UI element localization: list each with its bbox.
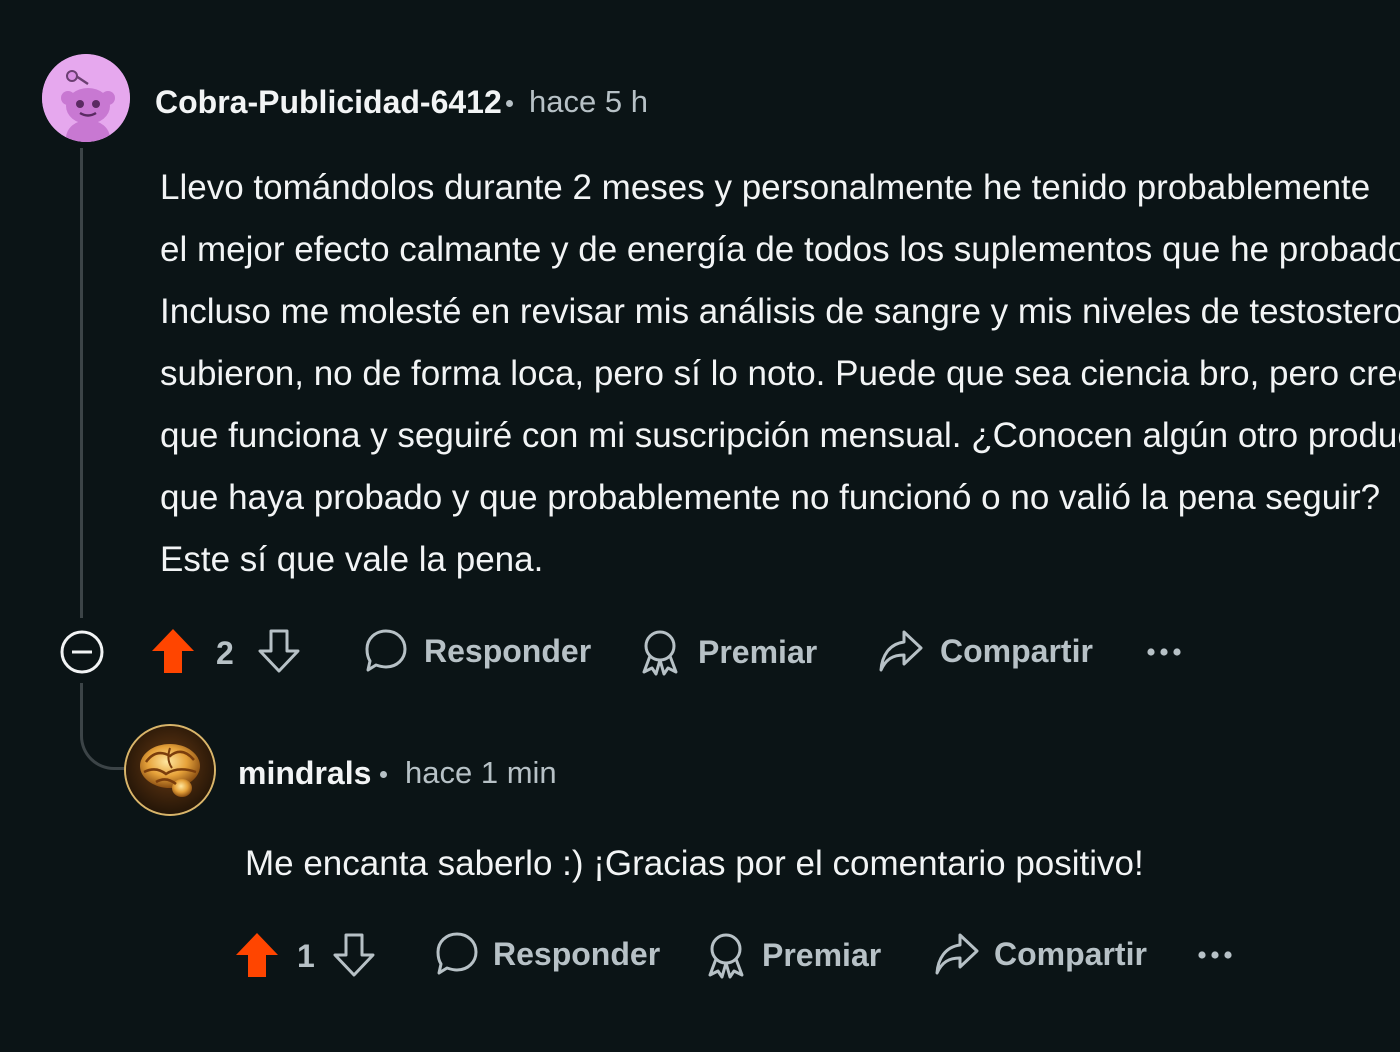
comment-line: Llevo tomándolos durante 2 meses y perso… bbox=[160, 168, 1371, 207]
vote-count: 2 bbox=[216, 635, 234, 671]
upvote-icon[interactable] bbox=[150, 627, 196, 675]
comment-line: Incluso me molesté en revisar mis anális… bbox=[160, 292, 1400, 331]
comment-timestamp[interactable]: hace 5 h bbox=[529, 84, 648, 120]
comment-author[interactable]: mindrals bbox=[238, 755, 371, 792]
reply-label: Responder bbox=[424, 632, 592, 669]
award-label: Premiar bbox=[762, 936, 882, 973]
comment-body: Llevo tomándolos durante 2 meses y perso… bbox=[160, 157, 1400, 591]
award-icon bbox=[704, 931, 748, 979]
share-button[interactable]: Compartir bbox=[878, 628, 1093, 674]
vote-count: 1 bbox=[297, 938, 315, 974]
comment-timestamp[interactable]: hace 1 min bbox=[405, 755, 557, 791]
separator-dot bbox=[380, 771, 387, 778]
reply-button[interactable]: Responder bbox=[435, 931, 660, 977]
comment-line: el mejor efecto calmante y de energía de… bbox=[160, 230, 1400, 269]
reply-label: Responder bbox=[493, 935, 661, 972]
share-icon bbox=[878, 628, 924, 674]
more-options-icon[interactable] bbox=[1197, 943, 1233, 967]
share-icon bbox=[934, 931, 980, 977]
downvote-icon[interactable] bbox=[331, 931, 377, 979]
award-icon bbox=[638, 628, 682, 676]
downvote-icon[interactable] bbox=[256, 627, 302, 675]
comment-icon bbox=[364, 628, 408, 674]
user-avatar[interactable] bbox=[124, 724, 216, 816]
thread-line bbox=[80, 148, 83, 618]
award-button[interactable]: Premiar bbox=[638, 628, 817, 676]
share-label: Compartir bbox=[940, 632, 1093, 669]
more-options-icon[interactable] bbox=[1146, 640, 1182, 664]
comment-icon bbox=[435, 931, 479, 977]
collapse-thread-icon[interactable] bbox=[58, 628, 106, 676]
separator-dot bbox=[506, 100, 513, 107]
user-avatar[interactable] bbox=[42, 54, 130, 142]
brain-avatar-icon bbox=[126, 726, 214, 814]
comment-line: subieron, no de forma loca, pero sí lo n… bbox=[160, 354, 1400, 393]
share-button[interactable]: Compartir bbox=[934, 931, 1147, 977]
comment-body: Me encanta saberlo :) ¡Gracias por el co… bbox=[245, 844, 1144, 883]
share-label: Compartir bbox=[994, 935, 1147, 972]
award-label: Premiar bbox=[698, 633, 818, 670]
thread-connector bbox=[80, 683, 129, 770]
comment-line: Este sí que vale la pena. bbox=[160, 540, 544, 579]
comment-line: que haya probado y que probablemente no … bbox=[160, 478, 1381, 517]
award-button[interactable]: Premiar bbox=[704, 931, 881, 979]
reply-button[interactable]: Responder bbox=[364, 628, 591, 674]
upvote-icon[interactable] bbox=[234, 931, 280, 979]
snoo-avatar-icon bbox=[42, 54, 130, 142]
comment-author[interactable]: Cobra-Publicidad-6412 bbox=[155, 84, 502, 121]
comment-line: que funciona y seguiré con mi suscripció… bbox=[160, 416, 1400, 455]
